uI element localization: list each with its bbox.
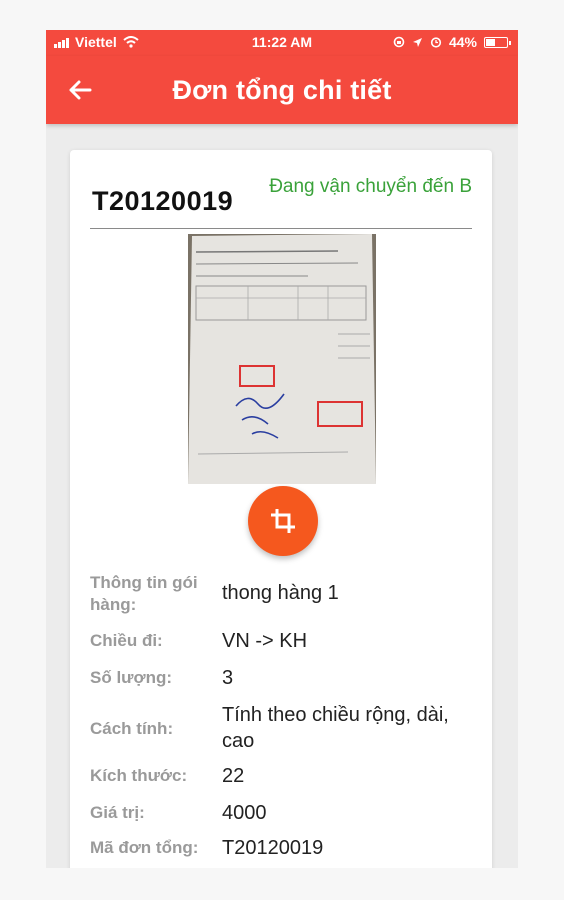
detail-value: T20120019 [222, 837, 324, 859]
detail-value: 22 [222, 765, 245, 787]
detail-label: Giá trị: [90, 803, 145, 822]
detail-value: thong hàng 1 [222, 582, 339, 604]
battery-icon [484, 36, 511, 48]
app-bar: Đơn tổng chi tiết [46, 56, 518, 124]
crop-icon [271, 509, 295, 533]
phone-screen: Viettel 11:22 AM 44% Đơn tổng chi tiết T… [46, 30, 518, 868]
battery-percent: 44% [448, 34, 477, 50]
detail-value: VN -> KH [222, 630, 308, 652]
lock-rotation-icon [393, 36, 405, 48]
receipt-image [188, 234, 376, 484]
detail-value: 3 [222, 667, 234, 689]
divider [90, 228, 472, 229]
status-right: 44% [393, 34, 511, 50]
order-code: T20120019 [92, 186, 234, 216]
order-status: Đang vận chuyển đến B [269, 176, 472, 197]
detail-label: Cách tính: [90, 719, 174, 738]
screen: Viettel 11:22 AM 44% Đơn tổng chi tiết T… [0, 0, 564, 900]
detail-label: Kích thước: [90, 766, 188, 785]
status-bar: Viettel 11:22 AM 44% [46, 30, 518, 56]
detail-value: Tính theo chiều rộng, dài, cao [222, 704, 449, 752]
order-card: T20120019 Đang vận chuyển đến B Thông ti… [70, 150, 492, 868]
alarm-icon [430, 37, 442, 48]
detail-label: Mã đơn tổng: [90, 838, 199, 857]
crop-button[interactable] [248, 486, 318, 556]
receipt-photo[interactable] [188, 234, 376, 484]
detail-value: 4000 [222, 802, 267, 824]
detail-label: Thông tin gói hàng: [90, 573, 198, 614]
page-title: Đơn tổng chi tiết [172, 75, 392, 105]
location-icon [412, 37, 422, 47]
detail-label: Số lượng: [90, 668, 172, 687]
detail-label: Chiều đi: [90, 631, 163, 650]
